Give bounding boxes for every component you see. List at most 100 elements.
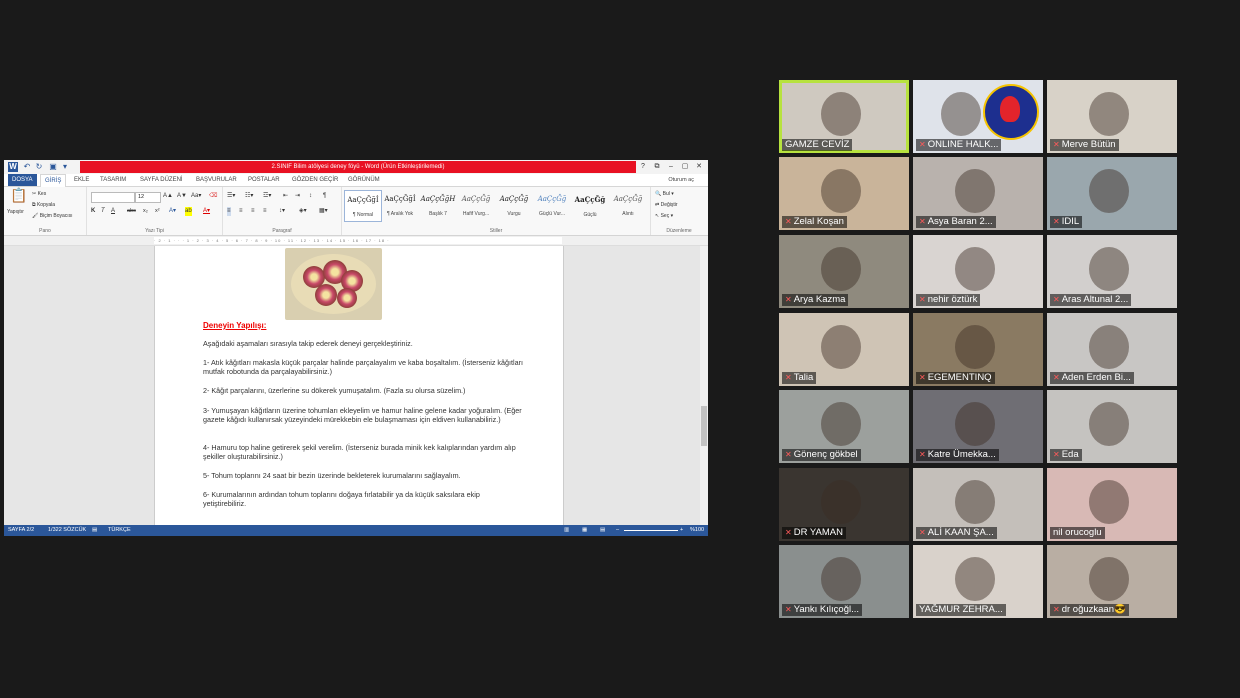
style-no-spacing[interactable]: AaÇçĞğİ ¶ Aralık Yok xyxy=(382,190,418,220)
style-emphasis[interactable]: AaÇçĞğ Vurgu xyxy=(496,190,532,220)
proofing-icon[interactable]: ▤ xyxy=(92,525,97,536)
multilevel-list-icon[interactable]: ☲▾ xyxy=(263,192,271,201)
participant-tile[interactable]: ✕ Merve Bütün xyxy=(1047,80,1177,153)
tab-review[interactable]: GÖZDEN GEÇİR xyxy=(292,174,338,186)
line-spacing-icon[interactable]: ↕▾ xyxy=(279,207,285,216)
decrease-indent-icon[interactable]: ⇤ xyxy=(283,192,288,201)
close-button[interactable]: ✕ xyxy=(692,161,706,173)
tab-design[interactable]: TASARIM xyxy=(100,174,126,186)
increase-indent-icon[interactable]: ⇥ xyxy=(295,192,300,201)
italic-button[interactable]: T xyxy=(101,207,105,216)
tab-page-layout[interactable]: SAYFA DÜZENİ xyxy=(140,174,183,186)
superscript-button[interactable]: x² xyxy=(155,207,160,216)
participant-tile[interactable]: ✕ Aden Erden Bi... xyxy=(1047,313,1177,386)
participant-tile[interactable]: GAMZE CEVİZ xyxy=(779,80,909,153)
participant-tile[interactable]: ✕ nehir öztürk xyxy=(913,235,1043,308)
tab-file[interactable]: DOSYA xyxy=(8,174,37,186)
zoom-slider[interactable] xyxy=(624,525,678,531)
zoom-level[interactable]: %100 xyxy=(690,525,704,536)
web-layout-icon[interactable]: ▤ xyxy=(600,525,605,536)
undo-icon[interactable]: ↶ xyxy=(22,162,32,172)
align-right-icon[interactable]: ≡ xyxy=(251,207,255,216)
clear-formatting-icon[interactable]: ⌫ xyxy=(209,192,217,201)
participant-tile[interactable]: ✕ EGEMENTINQ xyxy=(913,313,1043,386)
shrink-font-icon[interactable]: A▼ xyxy=(177,192,187,201)
font-color-icon[interactable]: A▾ xyxy=(203,207,210,216)
grow-font-icon[interactable]: A▲ xyxy=(163,192,173,201)
tab-mailings[interactable]: POSTALAR xyxy=(248,174,280,186)
justify-icon[interactable]: ≡ xyxy=(263,207,267,216)
bold-button[interactable]: K xyxy=(91,207,95,216)
participant-tile[interactable]: ✕ Arya Kazma xyxy=(779,235,909,308)
numbering-icon[interactable]: ☷▾ xyxy=(245,192,253,201)
zoom-out-icon[interactable]: – xyxy=(616,525,619,536)
customize-quick-access-icon[interactable]: ▾ xyxy=(60,162,70,172)
style-intense-emphasis[interactable]: AaÇçĞğ Güçlü Vur... xyxy=(534,190,570,220)
bullets-icon[interactable]: ☰▾ xyxy=(227,192,235,201)
borders-icon[interactable]: ▦▾ xyxy=(319,207,328,216)
style-heading-7[interactable]: AaÇçĞğH Başlık 7 xyxy=(420,190,456,220)
style-strong[interactable]: AaÇçĞğ Güçlü xyxy=(572,190,608,220)
participant-tile[interactable]: nil orucoglu xyxy=(1047,468,1177,541)
change-case-icon[interactable]: Aa▾ xyxy=(191,192,201,201)
participant-tile[interactable]: ✕ ONLINE HALK... xyxy=(913,80,1043,153)
tab-home[interactable]: GİRİŞ xyxy=(40,174,67,187)
align-left-icon[interactable]: ≡ xyxy=(227,207,231,216)
font-family-select[interactable] xyxy=(91,192,135,203)
participant-tile[interactable]: ✕ Asya Baran 2... xyxy=(913,157,1043,230)
paste-icon[interactable]: 📋 xyxy=(10,188,27,202)
tab-references[interactable]: BAŞVURULAR xyxy=(196,174,237,186)
zoom-in-icon[interactable]: + xyxy=(680,525,683,536)
sign-in-link[interactable]: Oturum aç xyxy=(668,174,694,186)
shading-icon[interactable]: ◈▾ xyxy=(299,207,307,216)
participant-tile[interactable]: ✕ dr oğuzkaan😎 xyxy=(1047,545,1177,618)
participant-tile[interactable]: ✕ Zelal Koşan xyxy=(779,157,909,230)
participant-tile[interactable]: ✕ Gönenç gökbel xyxy=(779,390,909,463)
cut-button[interactable]: ✂ Kes xyxy=(32,191,46,197)
participant-tile[interactable]: ✕ Eda xyxy=(1047,390,1177,463)
print-layout-icon[interactable]: ▦ xyxy=(582,525,587,536)
scrollbar-thumb[interactable] xyxy=(701,406,707,446)
participant-tile[interactable]: ✕ IDIL xyxy=(1047,157,1177,230)
align-center-icon[interactable]: ≡ xyxy=(239,207,243,216)
maximize-button[interactable]: ▢ xyxy=(678,161,692,173)
sort-icon[interactable]: ↕ xyxy=(309,192,312,201)
horizontal-ruler[interactable]: · 2 · 1 · · · 1 · 2 · 3 · 4 · 5 · 6 · 7 … xyxy=(4,236,708,246)
participant-tile[interactable]: ✕ Yankı Kılıçoğl... xyxy=(779,545,909,618)
select-button[interactable]: ↖ Seç ▾ xyxy=(655,213,673,219)
find-button[interactable]: 🔍 Bul ▾ xyxy=(655,191,674,197)
redo-icon[interactable]: ↻ xyxy=(34,162,44,172)
participant-tile[interactable]: ✕ Talia xyxy=(779,313,909,386)
paste-button[interactable]: Yapıştır xyxy=(7,209,24,215)
read-mode-icon[interactable]: ▥ xyxy=(564,525,569,536)
page-indicator[interactable]: SAYFA 2/2 xyxy=(8,525,34,536)
style-subtle-emphasis[interactable]: AaÇçĞğ Hafif Vurg... xyxy=(458,190,494,220)
participant-tile[interactable]: YAĞMUR ZEHRA... xyxy=(913,545,1043,618)
save-icon[interactable]: ▣ xyxy=(48,162,58,172)
help-button[interactable]: ? xyxy=(636,161,650,173)
style-normal[interactable]: AaÇçĞğİ ¶ Normal xyxy=(344,190,382,222)
tab-insert[interactable]: EKLE xyxy=(74,174,89,186)
style-quote[interactable]: AaÇçĞğ Alıntı xyxy=(610,190,646,220)
document-page[interactable]: Deneyin Yapılışı: Aşağıdaki aşamaları sı… xyxy=(154,246,564,525)
tab-view[interactable]: GÖRÜNÜM xyxy=(348,174,380,186)
participant-tile[interactable]: ✕ Katre Ümekka... xyxy=(913,390,1043,463)
underline-button[interactable]: A xyxy=(111,207,115,216)
minimize-button[interactable]: – xyxy=(664,161,678,173)
participant-tile[interactable]: ✕ Aras Altunal 2... xyxy=(1047,235,1177,308)
vertical-scrollbar[interactable] xyxy=(700,246,708,525)
subscript-button[interactable]: x₂ xyxy=(143,207,148,216)
participant-tile[interactable]: ✕ DR YAMAN xyxy=(779,468,909,541)
highlight-icon[interactable]: ab xyxy=(185,207,192,216)
copy-button[interactable]: ⧉ Kopyala xyxy=(32,202,55,208)
strikethrough-button[interactable]: abc xyxy=(127,207,136,216)
replace-button[interactable]: ⇄ Değiştir xyxy=(655,202,678,208)
language-indicator[interactable]: TÜRKÇE xyxy=(108,525,131,536)
format-painter-button[interactable]: 🖌 Biçim Boyacısı xyxy=(32,213,73,219)
participant-tile[interactable]: ✕ ALİ KAAN ŞA... xyxy=(913,468,1043,541)
font-size-select[interactable]: 12 xyxy=(135,192,161,203)
text-effects-icon[interactable]: A▾ xyxy=(169,207,176,216)
word-count[interactable]: 1/322 SÖZCÜK xyxy=(48,525,86,536)
ribbon-options-button[interactable]: ⧉ xyxy=(650,161,664,173)
show-formatting-icon[interactable]: ¶ xyxy=(323,192,326,201)
